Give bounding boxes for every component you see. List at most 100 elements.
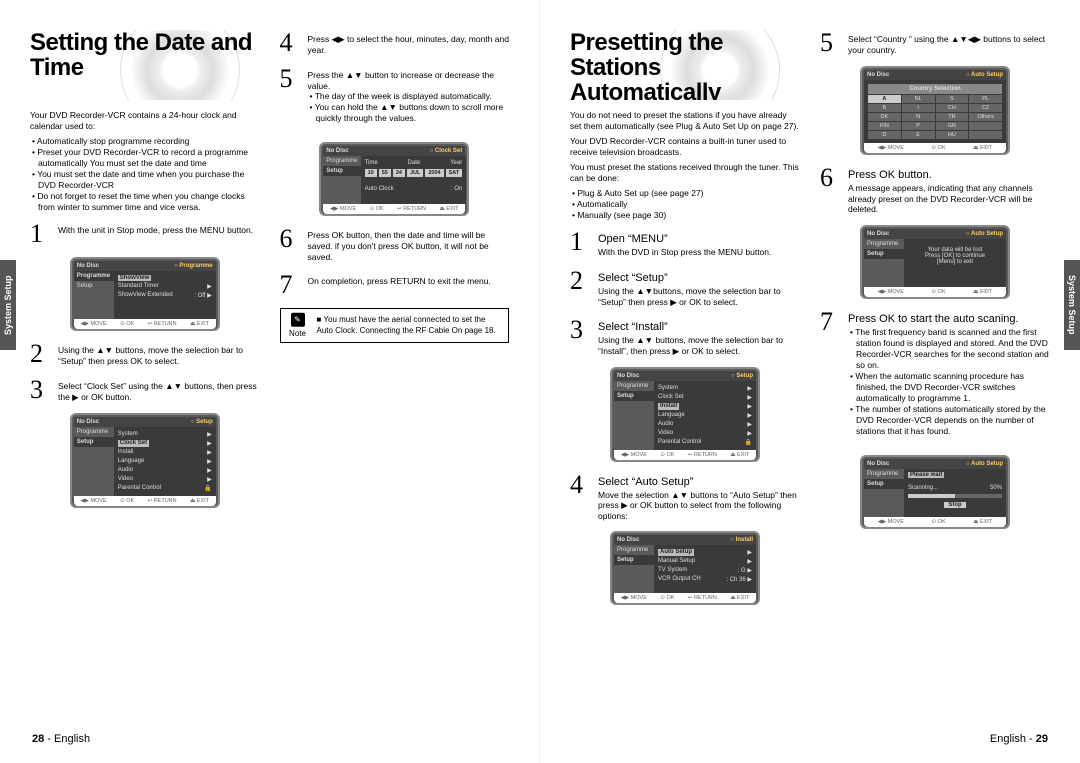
osd-top-l: No Disc [77,419,99,425]
osd-clockset: No Disc○ Clock Set ProgrammeSetup TimeDa… [319,142,469,216]
country-grid: Country Selection ANLSPL BICHCZ DKNTROth… [868,84,1002,139]
step-text: Press the ▲▼ button to increase or decre… [308,70,510,91]
osd-footer: ◀▶ MOVE⊙ OK↩ RETURN⏏ EXIT [323,204,465,214]
step-num: 3 [30,377,50,403]
step-text: Using the ▲▼ buttons, move the selection… [598,335,800,356]
step-text: Press OK button, then the date and time … [308,230,510,262]
col-a: Setting the Date and Time Your DVD Recor… [30,30,260,518]
step-title: Open “MENU” [598,233,800,245]
note-label: Note [289,328,306,337]
page-28-columns: Setting the Date and Time Your DVD Recor… [30,30,509,518]
bullet: Plug & Auto Set up (see page 27) [570,188,800,199]
osd-footer: ◀▶ MOVE⊙ OK↩ RETURN⏏ EXIT [74,496,216,506]
osd-nav-item: Setup [323,166,360,176]
step-text: Select “Country ” using the ▲▼◀▶ buttons… [848,34,1050,55]
right-intro-3: You must preset the stations received th… [570,162,800,184]
scan-percent: 50% [990,485,1002,491]
osd-programme: No Disc ○ Programme ProgrammeSetup ShowVi… [70,257,220,331]
col-c: Presetting the Stations Automatically Yo… [570,30,800,615]
page-footer-left: 28 - English [32,733,90,745]
osd-nav-item: Setup [74,281,114,291]
sub-bullet: The number of stations automatically sto… [848,404,1050,437]
step-4: 4 Press ◀▶ to select the hour, minutes, … [280,30,510,56]
sub-bullet: The first frequency band is scanned and … [848,327,1050,371]
bullet: You must set the date and time when you … [30,169,260,191]
osd-scanning: No Disc○ Auto Setup ProgrammeSetup Pleas… [860,455,1010,529]
step-text: Move the selection ▲▼ buttons to “Auto S… [598,490,800,522]
step-title: Select “Auto Setup” [598,476,800,488]
step-title: Select “Install” [598,321,800,333]
note-icon: ✎ [291,312,305,326]
step-7: 7 On completion, press RETURN to exit th… [280,272,510,298]
scan-label: Scanning... [908,485,938,491]
page-28: System Setup Setting the Date and Time Y… [0,0,540,763]
step-5: 5 Press the ▲▼ button to increase or dec… [280,66,510,132]
bullet: Automatically [570,199,800,210]
title-block-left: Setting the Date and Time [30,30,260,100]
title-block-right: Presetting the Stations Automatically [570,30,800,100]
right-intro-2: Your DVD Recorder-VCR contains a built-i… [570,136,800,158]
osd-footer: ◀▶ MOVE⊙ OK↩ RETURN⏏ EXIT [74,319,216,329]
side-tab-left: System Setup [0,260,16,350]
page-29-columns: Presetting the Stations Automatically Yo… [570,30,1050,615]
step-3: 3 Select “Clock Set” using the ▲▼ button… [30,377,260,403]
step-text: Press ◀▶ to select the hour, minutes, da… [308,34,510,55]
warn-line: [Menu] to exit [908,259,1002,265]
progress-bar [908,494,1002,498]
left-title: Setting the Date and Time [30,30,260,80]
step-r5: 5 Select “Country ” using the ▲▼◀▶ butto… [820,30,1050,56]
osd-country: No Disc○ Auto Setup Country Selection AN… [860,66,1010,155]
bullet: Automatically stop programme recording [30,136,260,147]
note-text: ■ You must have the aerial connected to … [317,315,496,334]
osd-nav-item: Programme [323,156,360,166]
osd-nav-item: Programme [74,427,114,437]
bullet: Manually (see page 30) [570,210,800,221]
step-num: 2 [30,341,50,367]
note-box: ✎ Note ■ You must have the aerial connect… [280,308,510,343]
left-intro: Your DVD Recorder-VCR contains a 24-hour… [30,110,260,132]
osd-top-l: No Disc [77,263,99,269]
osd-row: ShowView Extended [118,292,173,299]
step-r3: 3 Select “Install”Using the ▲▼ buttons, … [570,317,800,356]
step-num: 6 [280,226,300,262]
step-r6: 6 Press OK button.A message appears, ind… [820,165,1050,215]
bullet: Do not forget to reset the time when you… [30,191,260,213]
step-text: Using the ▲▼buttons, move the selection … [598,286,800,307]
step-text: With the DVD in Stop press the MENU butt… [598,247,800,258]
step-r1: 1 Open “MENU”With the DVD in Stop press … [570,229,800,258]
osd-top-r: ○ Setup [191,419,213,425]
step-text: Using the ▲▼ buttons, move the selection… [58,345,260,366]
step-title: Select “Setup” [598,272,800,284]
right-bullets: Plug & Auto Set up (see page 27) Automat… [570,188,800,221]
page-29: System Setup Presetting the Stations Aut… [540,0,1080,763]
please-wait: Please wait [908,472,944,478]
step-text: Select “Clock Set” using the ▲▼ buttons,… [58,381,260,402]
col-b: 4 Press ◀▶ to select the hour, minutes, … [280,30,510,518]
step-r4: 4 Select “Auto Setup”Move the selection … [570,472,800,522]
step-text: On completion, press RETURN to exit the … [308,276,510,287]
step-1: 1 With the unit in Stop mode, press the … [30,221,260,247]
step-2: 2 Using the ▲▼ buttons, move the selecti… [30,341,260,367]
right-title: Presetting the Stations Automatically [570,30,800,100]
sub-bullet: When the automatic scanning procedure ha… [848,371,1050,404]
osd-row: Standard Timer [118,283,159,290]
step-6: 6 Press OK button, then the date and tim… [280,226,510,262]
step-num: 7 [280,272,300,298]
step-num: 5 [280,66,300,132]
step-num: 4 [280,30,300,56]
left-bullets: Automatically stop programme recording P… [30,136,260,213]
step-title: Press OK to start the auto scaning. [848,313,1050,325]
osd-install: No Disc○ Install ProgrammeSetup Auto Set… [610,531,760,605]
clock-cells: 105524JUL2004SAT [365,169,463,177]
page-footer-right: English - 29 [990,733,1048,745]
col-d: 5 Select “Country ” using the ▲▼◀▶ butto… [820,30,1050,615]
step-r2: 2 Select “Setup”Using the ▲▼buttons, mov… [570,268,800,307]
osd-warning: No Disc○ Auto Setup ProgrammeSetup Your … [860,225,1010,299]
osd-top-r: ○ Clock Set [430,148,463,154]
osd-nav-item: Programme [74,271,114,281]
bullet: Preset your DVD Recorder-VCR to record a… [30,147,260,169]
osd-setup: No Disc○ Setup ProgrammeSetup System▶ Cl… [70,413,220,508]
osd-top-r: ○ Programme [174,263,213,269]
right-intro-1: You do not need to preset the stations i… [570,110,800,132]
osd-row: ShowView [118,275,152,281]
